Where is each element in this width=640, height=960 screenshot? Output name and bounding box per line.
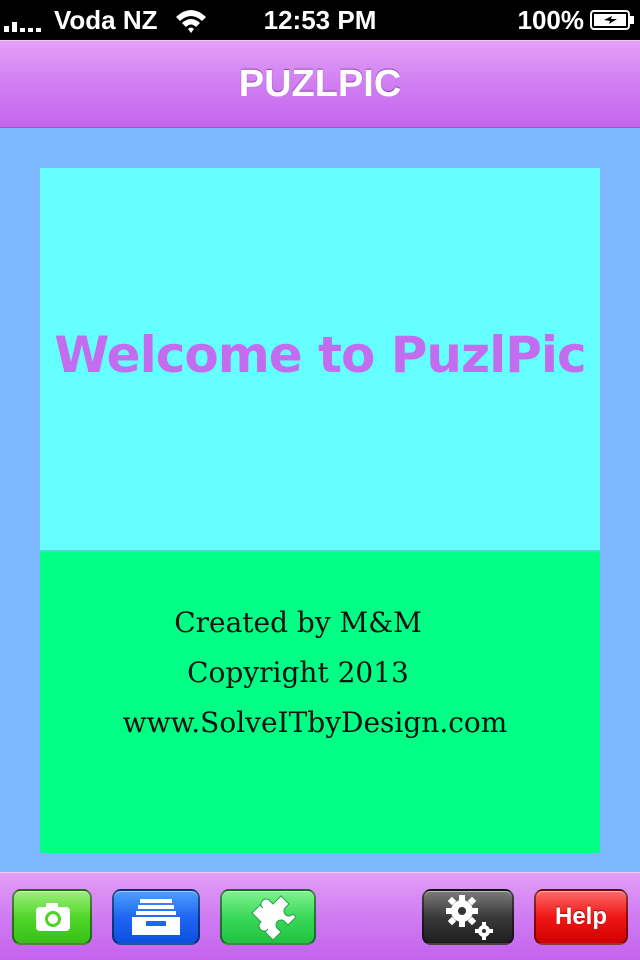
welcome-panel: Welcome to PuzlPic — [40, 168, 600, 550]
battery-percentage: 100% — [517, 5, 585, 35]
status-bar: Voda NZ 12:53 PM 100% — [0, 0, 640, 40]
credits-website-link[interactable]: www.SolveITbyDesign.com — [40, 706, 600, 739]
puzzle-piece-icon — [251, 895, 297, 941]
welcome-heading: Welcome to PuzlPic — [54, 326, 586, 384]
main-content: Welcome to PuzlPic Created by M&M Copyri… — [0, 128, 640, 872]
archive-tray-icon — [132, 899, 180, 935]
puzzle-button[interactable] — [220, 889, 316, 945]
credits-author: Created by M&M — [174, 606, 422, 639]
credits-copyright: Copyright 2013 — [187, 656, 409, 689]
credits-panel: Created by M&M Copyright 2013 www.SolveI… — [40, 550, 600, 853]
battery-charging-icon — [590, 10, 634, 30]
bottom-toolbar: Help — [0, 872, 640, 960]
page-title: PUZLPIC — [238, 63, 402, 105]
help-button-label: Help — [554, 903, 607, 930]
settings-button[interactable] — [422, 889, 514, 945]
navigation-bar: PUZLPIC — [0, 40, 640, 128]
camera-button[interactable] — [12, 889, 92, 945]
help-button[interactable]: Help — [534, 889, 628, 945]
archive-button[interactable] — [112, 889, 200, 945]
camera-icon — [36, 903, 70, 931]
gears-icon — [446, 895, 493, 940]
